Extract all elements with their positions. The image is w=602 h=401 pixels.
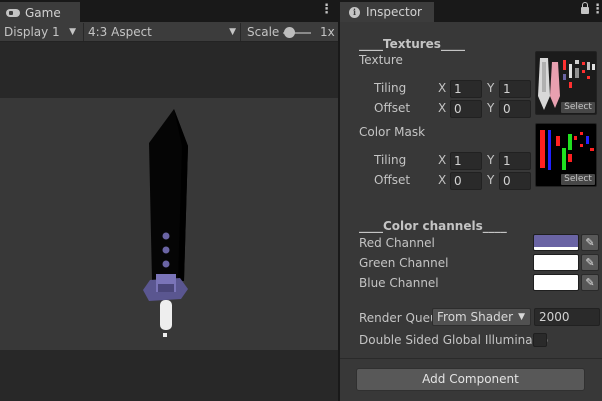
eyedropper-icon[interactable]: ✎ [581, 274, 599, 291]
display-dropdown[interactable]: Display 1 ▼ [0, 23, 80, 41]
render-queue-dropdown[interactable]: From Shader ▼ [432, 308, 531, 326]
texture-offset-label: Offset [374, 101, 411, 115]
texture-tiling-x-label: X [438, 81, 447, 95]
sword-gem [162, 246, 170, 254]
display-dropdown-label: Display 1 [4, 25, 60, 39]
sword-pommel [163, 333, 167, 337]
render-queue-dropdown-label: From Shader [437, 310, 514, 324]
green-channel-alpha-bar [534, 267, 578, 270]
texture-offset-y-field[interactable]: 0 [499, 100, 531, 118]
mask-tiling-y-field[interactable]: 1 [499, 152, 531, 170]
game-menu-icon[interactable]: ⋮ [320, 3, 333, 17]
texture-offset-y-label: Y [487, 101, 495, 115]
scale-slider-handle[interactable] [284, 27, 295, 38]
texture-tiling-label: Tiling [374, 81, 407, 95]
game-panel: Game ⋮ Display 1 ▼ 4:3 Aspect ▼ Scale 1x [0, 0, 338, 401]
chevron-down-icon: ▼ [69, 27, 76, 37]
texture-tiling-y-field[interactable]: 1 [499, 80, 531, 98]
blue-channel-label: Blue Channel [359, 276, 439, 290]
game-viewport[interactable] [0, 98, 338, 350]
tab-inspector[interactable]: i Inspector [340, 2, 434, 22]
sword-gem [162, 232, 170, 240]
texture-slot[interactable]: Select [535, 51, 597, 115]
double-sided-gi-label: Double Sided Global Illuminatio [359, 333, 548, 347]
inspector-tab-label: Inspector [366, 5, 422, 19]
scale-value: 1x [320, 25, 335, 39]
color-mask-label: Color Mask [359, 125, 426, 139]
render-queue-input[interactable]: 2000 [534, 308, 600, 326]
mask-tiling-x-label: X [438, 153, 447, 167]
eyedropper-icon[interactable]: ✎ [581, 254, 599, 271]
aspect-dropdown[interactable]: 4:3 Aspect ▼ [83, 23, 241, 41]
texture-tiling-x-field[interactable]: 1 [450, 80, 482, 98]
info-icon: i [349, 6, 360, 18]
texture-offset-x-label: X [438, 101, 447, 115]
color-channels-header: ____Color channels____ [359, 219, 507, 233]
divider [340, 358, 602, 359]
mask-tiling-label: Tiling [374, 153, 407, 167]
mask-tiling-x-field[interactable]: 1 [450, 152, 482, 170]
game-tab-label: Game [25, 6, 61, 20]
texture-select-button[interactable]: Select [561, 102, 595, 113]
add-component-button[interactable]: Add Component [356, 368, 585, 391]
sword-handle [160, 300, 172, 330]
green-channel-label: Green Channel [359, 256, 449, 270]
double-sided-gi-checkbox[interactable] [533, 333, 547, 347]
sword-guard-inset [158, 284, 174, 292]
game-toolbar: Display 1 ▼ 4:3 Aspect ▼ Scale 1x [0, 22, 338, 42]
game-tabbar: Game ⋮ [0, 0, 338, 22]
render-queue-label: Render Queu [359, 311, 438, 325]
blue-channel-color-field[interactable] [533, 274, 579, 291]
aspect-dropdown-label: 4:3 Aspect [88, 25, 152, 39]
mask-tiling-y-label: Y [487, 153, 495, 167]
red-channel-color-field[interactable] [533, 234, 579, 251]
game-render [143, 109, 188, 337]
texture-offset-x-field[interactable]: 0 [450, 100, 482, 118]
mask-offset-label: Offset [374, 173, 411, 187]
mask-offset-x-label: X [438, 173, 447, 187]
color-mask-select-button[interactable]: Select [561, 174, 595, 185]
tab-game[interactable]: Game [0, 2, 80, 22]
eyedropper-icon[interactable]: ✎ [581, 234, 599, 251]
mask-offset-y-label: Y [487, 173, 495, 187]
texture-tiling-y-label: Y [487, 81, 495, 95]
mask-offset-y-field[interactable]: 0 [499, 172, 531, 190]
inspector-panel: i Inspector ⋮ ____Textures____ Texture T… [340, 0, 602, 401]
mask-offset-x-field[interactable]: 0 [450, 172, 482, 190]
textures-header: ____Textures____ [359, 37, 465, 51]
scale-label: Scale [247, 25, 280, 39]
color-mask-slot[interactable]: Select [535, 123, 597, 187]
sword-gem [162, 260, 170, 268]
red-channel-alpha-bar [534, 247, 578, 250]
chevron-down-icon: ▼ [229, 27, 236, 37]
gamepad-icon [6, 8, 20, 18]
inspector-menu-icon[interactable]: ⋮ [591, 3, 602, 17]
lock-icon[interactable] [581, 2, 589, 14]
red-channel-label: Red Channel [359, 236, 435, 250]
inspector-tabbar: i Inspector ⋮ [340, 0, 602, 22]
blue-channel-alpha-bar [534, 287, 578, 290]
chevron-down-icon: ▼ [518, 312, 525, 322]
texture-label: Texture [359, 53, 403, 67]
green-channel-color-field[interactable] [533, 254, 579, 271]
